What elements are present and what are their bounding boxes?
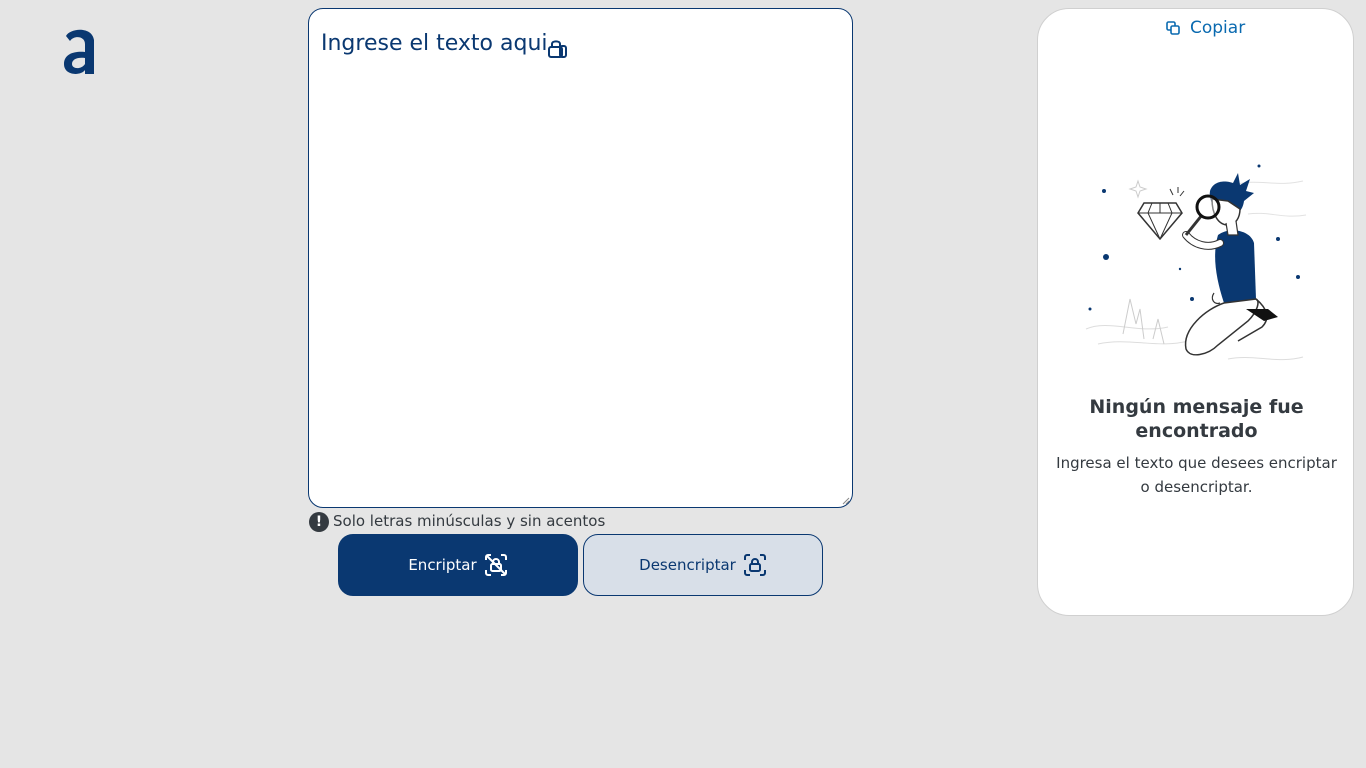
hint-text: Solo letras minúsculas y sin acentos	[333, 512, 606, 530]
person-with-magnifier-illustration	[1085, 164, 1307, 361]
lock-scan-icon	[743, 554, 766, 576]
lock-scan-off-icon	[484, 554, 507, 576]
encrypt-button-label: Encriptar	[408, 556, 477, 574]
input-hint: ! Solo letras minúsculas y sin acentos	[309, 511, 606, 532]
alura-logo-icon	[64, 29, 94, 75]
output-panel: Copiar Ningún mensaje fue encontrado Ing…	[1037, 8, 1354, 616]
resize-grip-icon[interactable]	[842, 497, 850, 505]
exclamation-circle-icon: !	[309, 512, 329, 532]
copy-icon	[1166, 21, 1180, 35]
copy-button[interactable]: Copiar	[1166, 18, 1245, 38]
decrypt-button[interactable]: Desencriptar	[583, 534, 823, 596]
message-input-container	[308, 8, 853, 508]
empty-state-text: Ingresa el texto que desees encriptar o …	[1056, 454, 1337, 496]
encrypt-button[interactable]: Encriptar	[338, 534, 578, 596]
empty-state-title: Ningún mensaje fue encontrado	[1089, 396, 1304, 442]
copy-button-label: Copiar	[1190, 18, 1246, 38]
decrypt-button-label: Desencriptar	[639, 556, 736, 574]
message-input[interactable]	[309, 9, 852, 507]
